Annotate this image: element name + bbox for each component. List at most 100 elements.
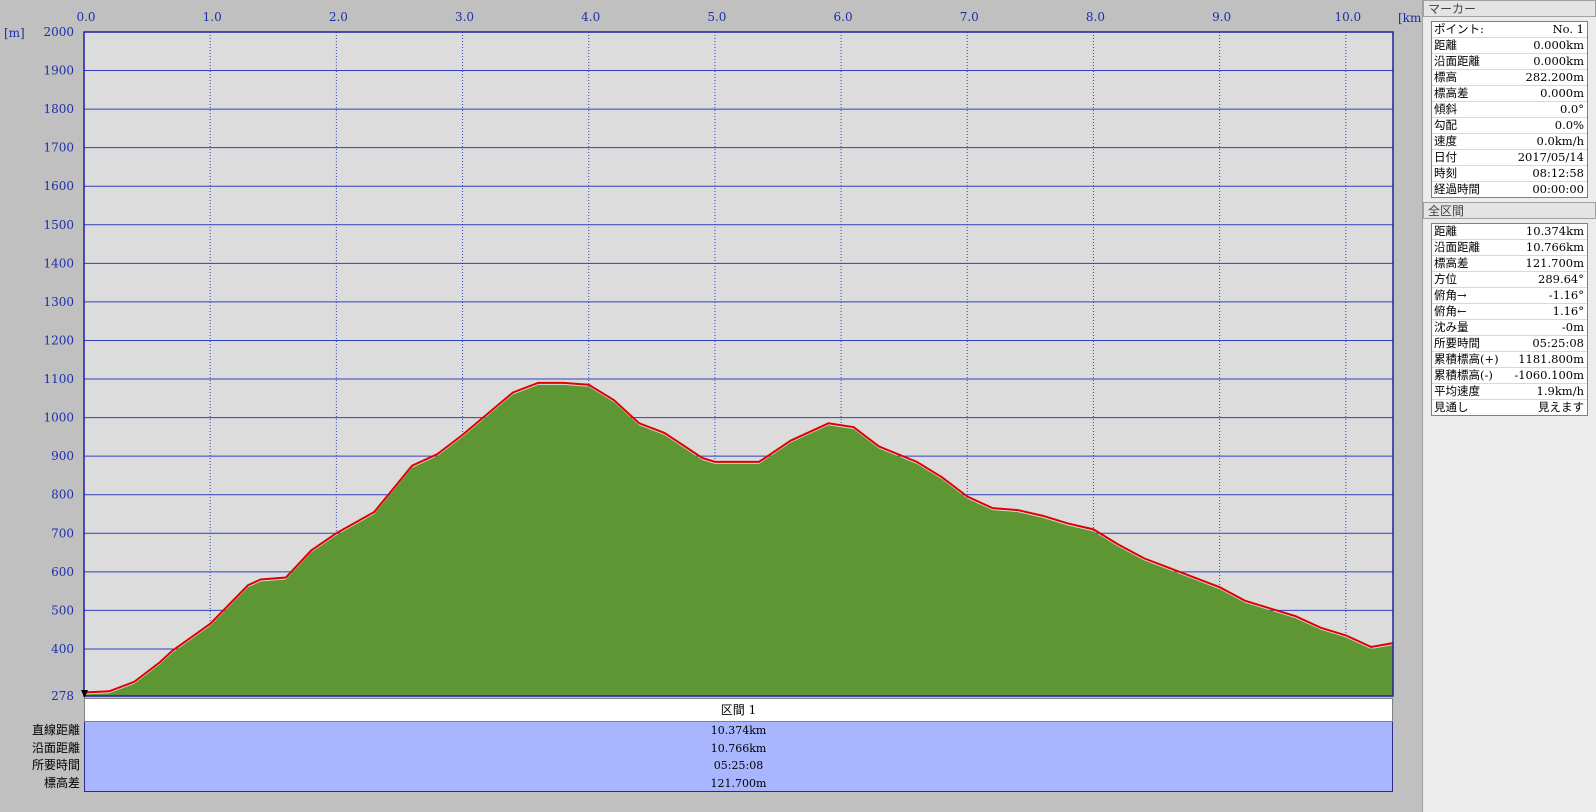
x-tick-label: 3.0	[455, 10, 474, 24]
y-tick-label: 800	[51, 488, 74, 502]
x-tick-label: 2.0	[329, 10, 348, 24]
total-info-table: 距離 10.374km 沿面距離 10.766km 標高差 121.700m 方位 289.6…	[1431, 223, 1588, 416]
x-tick-label: 1.0	[203, 10, 222, 24]
marker-info-key: 速度	[1434, 134, 1457, 148]
total-info-row: 平均速度 1.9km/h	[1432, 384, 1587, 400]
total-panel-title: 全区間	[1423, 202, 1596, 219]
x-tick-label: 9.0	[1212, 10, 1231, 24]
marker-info-value: 0.0km/h	[1536, 134, 1584, 148]
y-unit-label: [m]	[4, 26, 25, 40]
marker-info-value: 0.0%	[1554, 118, 1584, 132]
marker-panel-title: マーカー	[1423, 0, 1596, 17]
marker-info-row: 傾斜 0.0°	[1432, 102, 1587, 118]
marker-info-key: 沿面距離	[1434, 54, 1480, 68]
marker-info-row: 速度 0.0km/h	[1432, 134, 1587, 150]
total-info-key: 標高差	[1434, 256, 1469, 270]
marker-info-row: 標高 282.200m	[1432, 70, 1587, 86]
y-tick-label: 900	[51, 449, 74, 463]
total-info-row: 所要時間 05:25:08	[1432, 336, 1587, 352]
section-label-surface: 沿面距離	[31, 740, 80, 755]
marker-info-row: 経過時間 00:00:00	[1432, 182, 1587, 197]
total-info-value: 1181.800m	[1518, 352, 1584, 366]
marker-info-key: 勾配	[1434, 118, 1457, 132]
marker-info-row: 距離 0.000km	[1432, 38, 1587, 54]
y-tick-label: 1400	[43, 256, 74, 270]
y-tick-label: 1000	[43, 411, 74, 425]
marker-info-value: 0.000km	[1533, 38, 1584, 52]
total-info-key: 方位	[1434, 272, 1457, 286]
marker-info-key: ポイント:	[1434, 22, 1484, 36]
y-tick-label: 700	[51, 526, 74, 540]
section-label-straight: 直線距離	[31, 723, 80, 737]
y-tick-label: 1200	[43, 333, 74, 347]
marker-info-key: 日付	[1434, 150, 1457, 164]
total-info-value: 1.9km/h	[1536, 384, 1584, 398]
marker-info-row: 時刻 08:12:58	[1432, 166, 1587, 182]
marker-info-key: 標高差	[1434, 86, 1469, 100]
total-info-key: 見通し	[1434, 400, 1469, 414]
marker-info-row: 沿面距離 0.000km	[1432, 54, 1587, 70]
total-info-value: 289.64°	[1538, 272, 1584, 286]
total-info-key: 俯角→	[1434, 288, 1467, 302]
total-info-row: 沈み量 -0m	[1432, 320, 1587, 336]
total-info-key: 沿面距離	[1434, 240, 1480, 254]
total-info-key: 平均速度	[1434, 384, 1480, 398]
x-tick-label: 0.0	[76, 10, 95, 24]
total-info-row: 俯角→ -1.16°	[1432, 288, 1587, 304]
total-info-value: 10.766km	[1525, 240, 1584, 254]
total-info-row: 方位 289.64°	[1432, 272, 1587, 288]
section-body[interactable]: 10.374km 10.766km 05:25:08 121.700m	[84, 722, 1393, 792]
section-row-labels: 直線距離 沿面距離 所要時間 標高差	[0, 722, 80, 792]
total-info-row: 俯角← 1.16°	[1432, 304, 1587, 320]
total-info-key: 俯角←	[1434, 304, 1467, 318]
marker-info-key: 傾斜	[1434, 102, 1457, 116]
marker-info-value: 2017/05/14	[1517, 150, 1584, 164]
marker-info-key: 時刻	[1434, 166, 1457, 180]
y-tick-label: 500	[51, 603, 74, 617]
total-info-row: 累積標高(+) 1181.800m	[1432, 352, 1587, 368]
y-tick-label: 1700	[43, 141, 74, 155]
total-info-row: 累積標高(-) -1060.100m	[1432, 368, 1587, 384]
marker-info-key: 標高	[1434, 70, 1457, 84]
elevation-chart[interactable]: 2000 1900 1800 1700 1600 1500 1400 1300 1200 1100…	[0, 0, 1426, 812]
total-info-key: 累積標高(-)	[1434, 368, 1493, 382]
total-info-row: 沿面距離 10.766km	[1432, 240, 1587, 256]
info-panel: マーカー ポイント: No. 1 距離 0.000km 沿面距離 0.000km 標高 282…	[1422, 0, 1596, 812]
marker-info-value: No. 1	[1552, 22, 1584, 36]
section-value-straight: 10.374km	[710, 724, 767, 737]
y-tick-label: 600	[51, 565, 74, 579]
total-info-value: -0m	[1561, 320, 1584, 334]
total-info-key: 距離	[1434, 224, 1457, 238]
section-table: 区間 1 10.374km 10.766km 05:25:08 121.700m	[84, 698, 1393, 792]
marker-info-key: 距離	[1434, 38, 1457, 52]
marker-info-key: 経過時間	[1434, 182, 1480, 196]
x-tick-label: 10.0	[1334, 10, 1361, 24]
total-info-value: 121.700m	[1525, 256, 1584, 270]
total-info-key: 累積標高(+)	[1434, 352, 1499, 366]
y-tick-label: 1300	[43, 295, 74, 309]
y-tick-label: 1500	[43, 218, 74, 232]
section-label-elevation: 標高差	[43, 775, 80, 790]
section-header[interactable]: 区間 1	[84, 698, 1393, 722]
marker-info-value: 00:00:00	[1532, 182, 1584, 196]
total-info-value: -1.16°	[1548, 288, 1584, 302]
y-tick-label: 278	[51, 689, 74, 700]
section-value-elevation: 121.700m	[710, 776, 767, 790]
total-info-row: 見通し 見えます	[1432, 400, 1587, 415]
chart-canvas[interactable]: 2000 1900 1800 1700 1600 1500 1400 1300 1200 1100…	[0, 0, 1422, 700]
marker-info-table: ポイント: No. 1 距離 0.000km 沿面距離 0.000km 標高 282.200m…	[1431, 21, 1588, 198]
total-info-value: 10.374km	[1525, 224, 1584, 238]
section-label-time: 所要時間	[31, 758, 80, 772]
y-tick-label: 2000	[43, 25, 74, 39]
total-info-key: 沈み量	[1434, 320, 1469, 334]
marker-info-value: 0.000km	[1533, 54, 1584, 68]
marker-info-value: 08:12:58	[1532, 166, 1584, 180]
x-tick-label: 8.0	[1086, 10, 1105, 24]
marker-info-row: 標高差 0.000m	[1432, 86, 1587, 102]
y-tick-label: 1800	[43, 102, 74, 116]
total-info-row: 標高差 121.700m	[1432, 256, 1587, 272]
section-value-time: 05:25:08	[713, 759, 764, 772]
section-value-surface: 10.766km	[710, 741, 767, 755]
marker-info-row: 勾配 0.0%	[1432, 118, 1587, 134]
x-tick-label: 6.0	[834, 10, 853, 24]
